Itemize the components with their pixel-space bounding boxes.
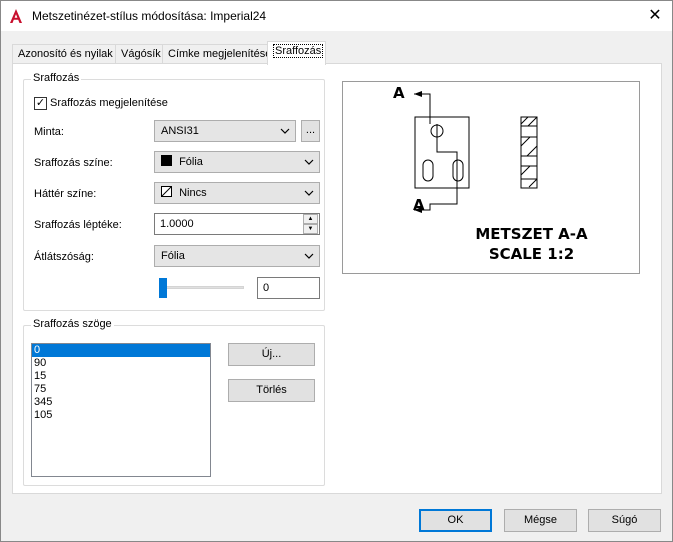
window-title: Metszetinézet-stílus módosítása: Imperia… [32, 9, 267, 23]
hatch-preview: A A METSZET A-A SCALE 1:2 [342, 81, 640, 274]
show-hatch-checkbox[interactable]: ✓ [34, 97, 47, 110]
angle-listbox[interactable]: 0 90 15 75 345 105 [31, 343, 211, 477]
hatch-color-select[interactable]: Fólia [154, 151, 320, 173]
transparency-label: Átlátszóság: [34, 251, 94, 263]
section-caption: METSZET A-A [475, 225, 588, 243]
angle-list-item[interactable]: 90 [32, 357, 210, 370]
tab-cutting-plane[interactable]: Vágósík [115, 44, 163, 64]
background-color-select[interactable]: Nincs [154, 182, 320, 204]
chevron-down-icon [280, 128, 290, 134]
angle-list-item[interactable]: 15 [32, 370, 210, 383]
hatch-color-value: Fólia [179, 156, 203, 168]
angle-list-item[interactable]: 75 [32, 383, 210, 396]
tab-label: Sraffozás [273, 44, 324, 58]
tab-label-display[interactable]: Címke megjelenítése [162, 44, 272, 64]
help-button[interactable]: Súgó [588, 509, 661, 532]
autocad-app-icon [10, 9, 22, 23]
background-color-label: Háttér színe: [34, 188, 97, 200]
pattern-select[interactable]: ANSI31 [154, 120, 296, 142]
tab-label: Azonosító és nyilak [18, 48, 113, 60]
tab-label: Vágósík [121, 48, 161, 60]
tab-label: Címke megjelenítése [168, 48, 272, 60]
color-swatch-icon [161, 155, 172, 166]
tab-panel-hatch: Sraffozás ✓ Sraffozás megjelenítése Mint… [12, 63, 662, 494]
hatch-scale-input[interactable]: 1.0000 [154, 213, 320, 235]
delete-angle-button[interactable]: Törlés [228, 379, 315, 402]
transparency-slider-track[interactable] [160, 286, 244, 289]
hatch-color-label: Sraffozás színe: [34, 157, 113, 169]
close-button[interactable]: ✕ [638, 1, 672, 31]
chevron-down-icon [304, 190, 314, 196]
pattern-value: ANSI31 [161, 125, 199, 137]
cancel-button[interactable]: Mégse [504, 509, 577, 532]
angle-list-item[interactable]: 105 [32, 409, 210, 422]
transparency-select[interactable]: Fólia [154, 245, 320, 267]
ok-button[interactable]: OK [419, 509, 492, 532]
chevron-down-icon [304, 253, 314, 259]
new-angle-button[interactable]: Új... [228, 343, 315, 366]
spin-down-icon[interactable]: ▼ [303, 224, 318, 234]
hatch-groupbox: Sraffozás ✓ Sraffozás megjelenítése Mint… [23, 72, 325, 311]
tab-hatch[interactable]: Sraffozás [267, 41, 326, 65]
hatch-scale-label: Sraffozás léptéke: [34, 219, 122, 231]
spin-up-icon[interactable]: ▲ [303, 214, 318, 224]
pattern-label: Minta: [34, 126, 64, 138]
checkmark-icon: ✓ [35, 97, 46, 109]
angle-groupbox: Sraffozás szöge 0 90 15 75 345 105 Új...… [23, 318, 325, 486]
tab-identifier-arrows[interactable]: Azonosító és nyilak [12, 44, 116, 64]
section-scale-caption: SCALE 1:2 [488, 245, 575, 263]
angle-group-title: Sraffozás szöge [31, 318, 114, 330]
background-color-value: Nincs [179, 187, 207, 199]
transparency-value: Fólia [161, 250, 185, 262]
pattern-browse-button[interactable]: ... [301, 120, 320, 142]
hatch-group-title: Sraffozás [31, 72, 82, 84]
section-label-bottom: A [413, 196, 425, 214]
transparency-slider-thumb[interactable] [159, 278, 167, 298]
show-hatch-label[interactable]: Sraffozás megjelenítése [50, 97, 168, 109]
section-label-top: A [393, 84, 405, 102]
chevron-down-icon [304, 159, 314, 165]
dialog-window: Metszetinézet-stílus módosítása: Imperia… [0, 0, 673, 542]
transparency-value-input[interactable]: 0 [257, 277, 320, 299]
transparency-numeric-value: 0 [263, 282, 270, 294]
hatch-scale-value: 1.0000 [160, 218, 194, 230]
hatch-scale-spinner[interactable]: ▲ ▼ [303, 214, 318, 234]
no-color-swatch-icon [161, 186, 172, 197]
title-bar: Metszetinézet-stílus módosítása: Imperia… [1, 1, 672, 31]
angle-list-item[interactable]: 345 [32, 396, 210, 409]
angle-list-item[interactable]: 0 [32, 344, 210, 357]
